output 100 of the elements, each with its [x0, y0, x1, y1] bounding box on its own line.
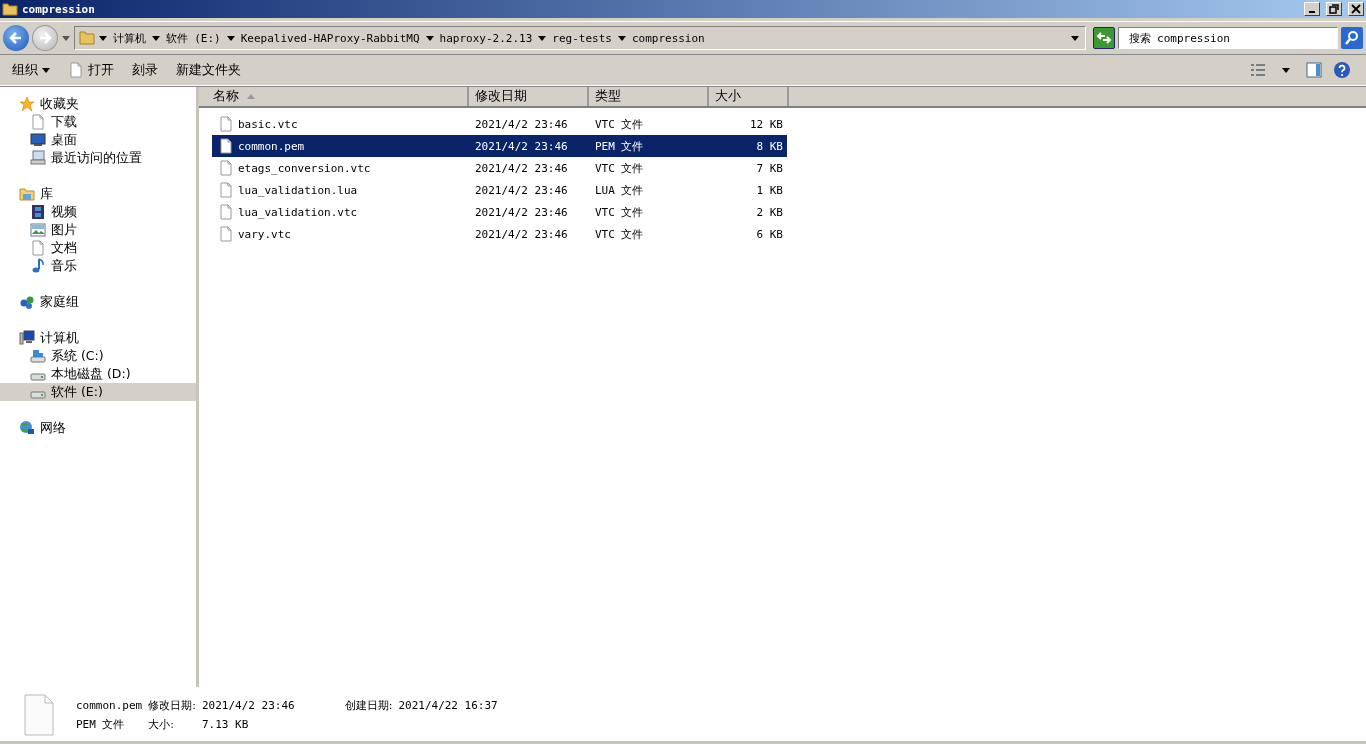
table-cell-text: 2021/4/2 23:46 — [474, 117, 569, 131]
drive-icon — [30, 391, 46, 399]
close-button[interactable] — [1348, 2, 1364, 16]
caret-icon[interactable] — [226, 35, 235, 41]
restore-icon — [1329, 4, 1339, 14]
picture-icon — [30, 222, 46, 238]
file-row[interactable]: basic.vtc 2021/4/2 23:46 VTC 文件 12 KB — [212, 113, 787, 135]
toolbar-button[interactable]: 打开 — [62, 57, 120, 83]
minimize-icon — [1309, 11, 1315, 13]
detail-value: 2021/4/22 16:37 — [398, 699, 498, 712]
file-row[interactable]: lua_validation.lua 2021/4/2 23:46 LUA 文件 1 KB — [212, 179, 787, 201]
breadcrumb-item[interactable]: haproxy-2.2.13 — [439, 31, 533, 45]
column-header[interactable]: 修改日期 — [469, 87, 589, 106]
table-cell-text: 8 KB — [755, 139, 784, 153]
column-header[interactable]: 类型 — [589, 87, 709, 106]
nav-item[interactable]: 网络 — [0, 419, 196, 437]
search-button[interactable] — [1341, 27, 1363, 49]
file-row[interactable]: vary.vtc 2021/4/2 23:46 VTC 文件 6 KB — [212, 223, 787, 245]
forward-button[interactable] — [31, 25, 58, 51]
nav-item[interactable]: 收藏夹 — [0, 95, 196, 113]
document-icon — [218, 226, 234, 242]
file-row[interactable]: lua_validation.vtc 2021/4/2 23:46 VTC 文件 2 KB — [212, 201, 787, 223]
nav-item[interactable]: 软件 (E:) — [0, 383, 196, 401]
folder-icon — [19, 186, 35, 202]
table-cell-text: 2021/4/2 23:46 — [474, 139, 569, 153]
breadcrumb-item[interactable]: 软件 (E:) — [165, 30, 221, 46]
nav-item[interactable]: 本地磁盘 (D:) — [0, 365, 196, 383]
breadcrumb-item[interactable]: 计算机 — [112, 30, 146, 46]
nav-item[interactable]: 图片 — [0, 221, 196, 239]
nav-item[interactable]: 下载 — [0, 113, 196, 131]
document-icon — [218, 204, 234, 220]
document-icon — [218, 182, 234, 198]
table-cell-text: 2021/4/2 23:46 — [474, 227, 569, 241]
drive-icon — [30, 348, 46, 364]
table-cell-text: 2021/4/2 23:46 — [474, 205, 569, 219]
document-icon — [24, 694, 54, 736]
help-icon — [1333, 61, 1351, 79]
table-cell-text: LUA 文件 — [594, 182, 645, 198]
minimize-button[interactable] — [1304, 2, 1320, 16]
caret-icon — [61, 35, 70, 41]
toolbar-button[interactable]: 刻录 — [126, 57, 164, 83]
search-icon — [1344, 30, 1361, 46]
caret-icon[interactable] — [617, 35, 626, 41]
table-cell-text: 2021/4/2 23:46 — [474, 183, 569, 197]
breadcrumb-item[interactable]: Keepalived-HAProxy-RabbitMQ — [240, 31, 420, 45]
nav-item[interactable]: 视频 — [0, 203, 196, 221]
caret-icon[interactable] — [1070, 35, 1079, 41]
table-cell-text: 2 KB — [755, 205, 784, 219]
detail-label: 创建日期: — [344, 698, 393, 713]
music-note-icon — [30, 258, 46, 274]
file-name: common.pem — [238, 139, 305, 153]
table-cell-text: VTC 文件 — [594, 226, 645, 242]
restore-button[interactable] — [1326, 2, 1342, 16]
nav-item[interactable]: 文档 — [0, 239, 196, 257]
nav-item[interactable]: 库 — [0, 185, 196, 203]
folder-icon — [2, 1, 18, 17]
nav-item[interactable]: 计算机 — [0, 329, 196, 347]
film-icon — [30, 204, 46, 220]
table-cell-text: 2021/4/2 23:46 — [474, 161, 569, 175]
nav-item[interactable]: 桌面 — [0, 131, 196, 149]
refresh-icon — [1095, 30, 1112, 46]
nav-item[interactable]: 系统 (C:) — [0, 347, 196, 365]
colored-circles-icon — [19, 294, 35, 310]
document-icon — [218, 138, 234, 154]
address-bar[interactable]: 计算机 软件 (E:) Keepalived-HAProxy-RabbitMQ haproxy-2.2.13 reg-tests compression — [73, 26, 1086, 50]
folder-icon — [78, 30, 95, 46]
table-cell-text: VTC 文件 — [594, 116, 645, 132]
file-name: vary.vtc — [238, 227, 291, 241]
back-button[interactable] — [3, 25, 29, 51]
document-icon — [30, 240, 46, 256]
detail-text: PEM 文件 — [76, 717, 126, 732]
caret-icon[interactable] — [98, 35, 107, 41]
table-cell-text: VTC 文件 — [594, 160, 645, 176]
window-title: compression — [22, 2, 95, 16]
file-name: lua_validation.vtc — [238, 205, 358, 219]
list-icon — [1250, 63, 1266, 77]
monitor-icon — [30, 150, 46, 166]
sort-arrow-icon — [247, 94, 255, 99]
file-row[interactable]: etags_conversion.vtc 2021/4/2 23:46 VTC 文件 7 KB — [212, 157, 787, 179]
file-row[interactable]: common.pem 2021/4/2 23:46 PEM 文件 8 KB — [212, 135, 787, 157]
detail-label: 修改日期: — [148, 698, 196, 713]
breadcrumb-item[interactable]: reg-tests — [552, 31, 612, 45]
pane-icon — [1306, 62, 1322, 78]
nav-item[interactable]: 最近访问的位置 — [0, 149, 196, 167]
column-header[interactable]: 大小 — [709, 87, 789, 106]
caret-icon[interactable] — [538, 35, 547, 41]
nav-item[interactable]: 家庭组 — [0, 293, 196, 311]
column-header[interactable]: 名称 — [199, 87, 469, 106]
drive-icon — [30, 373, 46, 381]
globe-icon — [19, 420, 35, 436]
close-icon — [1351, 4, 1361, 14]
breadcrumb-item[interactable]: compression — [631, 31, 705, 45]
refresh-button[interactable] — [1092, 27, 1115, 49]
caret-icon[interactable] — [151, 35, 160, 41]
nav-item[interactable]: 音乐 — [0, 257, 196, 275]
toolbar-button[interactable]: 新建文件夹 — [170, 57, 247, 83]
toolbar-button[interactable]: 组织 — [6, 57, 56, 83]
monitor-icon — [30, 132, 46, 148]
caret-icon[interactable] — [425, 35, 434, 41]
left-arrow-icon — [7, 30, 24, 46]
